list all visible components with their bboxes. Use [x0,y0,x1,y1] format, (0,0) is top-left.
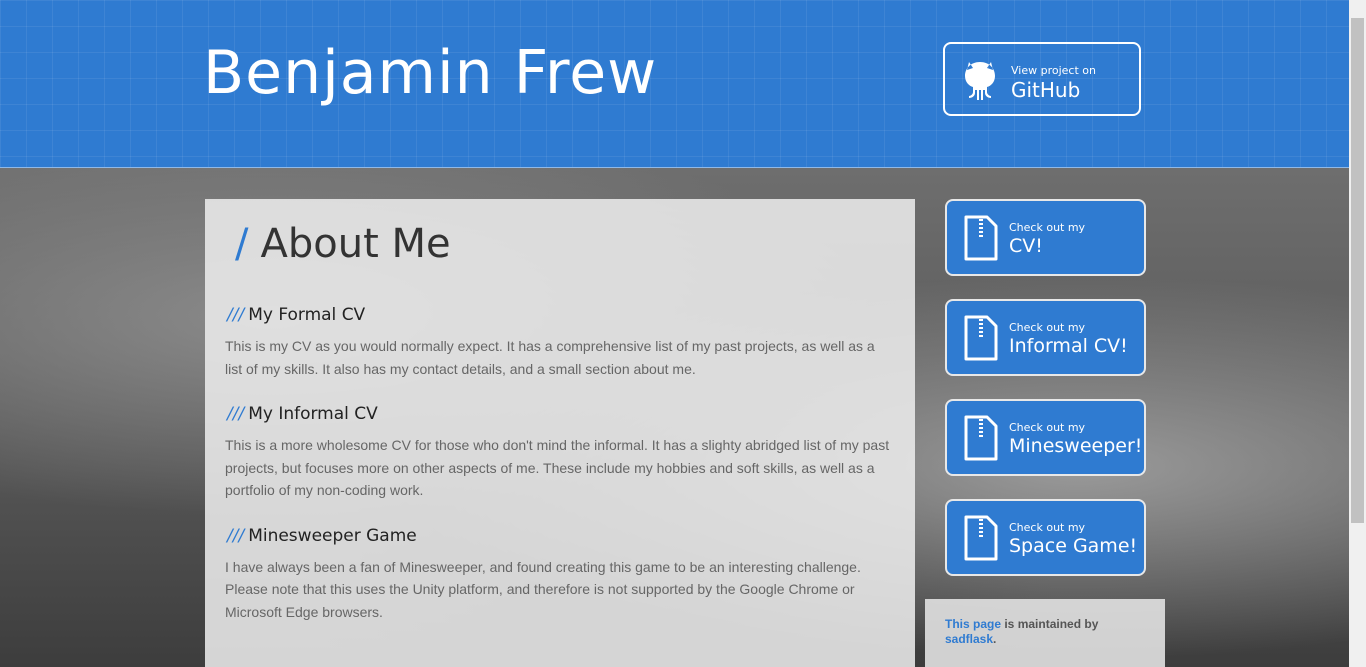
section-text: This is a more wholesome CV for those wh… [225,437,890,498]
minesweeper-button[interactable]: Check out my Minesweeper! [945,399,1146,476]
heading-slashes: /// [227,305,245,325]
section-heading: ///My Informal CV [227,404,895,424]
section-heading: ///My Formal CV [227,305,895,325]
cv-button[interactable]: Check out my CV! [945,199,1146,276]
zip-file-icon [964,515,998,561]
zip-file-icon [964,315,998,361]
github-button[interactable]: View project on GitHub [943,42,1141,116]
section-formal-cv: ///My Formal CV This is my CV as you wou… [225,305,895,380]
section-text: This is my CV as you would normally expe… [225,338,875,377]
informal-cv-button[interactable]: Check out my Informal CV! [945,299,1146,376]
zip-file-icon [964,415,998,461]
about-panel: / About Me ///My Formal CV This is my CV … [205,199,915,667]
button-big-label: Minesweeper! [1009,435,1143,457]
button-big-label: Informal CV! [1009,335,1128,357]
github-small-label: View project on [1011,64,1096,77]
zip-file-icon [964,215,998,261]
vertical-scrollbar[interactable] [1349,0,1366,667]
scrollbar-thumb[interactable] [1351,18,1364,523]
site-title: Benjamin Frew [203,38,658,108]
sadflask-link[interactable]: sadflask [945,632,993,646]
maintained-middle-text: is maintained by [1001,617,1099,631]
button-small-label: Check out my [1009,521,1086,534]
heading-text: My Informal CV [248,404,378,424]
button-big-label: CV! [1009,235,1043,257]
section-heading: ///Minesweeper Game [227,526,895,546]
button-small-label: Check out my [1009,221,1086,234]
section-minesweeper: ///Minesweeper Game I have always been a… [225,526,895,624]
github-octocat-icon [965,62,995,100]
section-informal-cv: ///My Informal CV This is a more wholeso… [225,404,895,502]
heading-slashes: /// [227,525,245,546]
github-big-label: GitHub [1011,78,1081,102]
heading-text: Minesweeper Game [248,525,417,546]
title-text: About Me [260,221,451,267]
button-small-label: Check out my [1009,321,1086,334]
button-small-label: Check out my [1009,421,1086,434]
page-title: / About Me [235,221,895,267]
button-big-label: Space Game! [1009,535,1138,557]
space-game-button[interactable]: Check out my Space Game! [945,499,1146,576]
maintained-by-note: This page is maintained by sadflask. [925,599,1165,667]
maintained-end-text: . [993,632,997,646]
site-header: Benjamin Frew View project on GitHub [0,0,1349,168]
this-page-link[interactable]: This page [945,617,1001,631]
section-text: I have always been a fan of Minesweeper,… [225,558,861,620]
heading-text: My Formal CV [248,305,366,325]
heading-slashes: /// [227,404,245,424]
title-slash: / [235,221,249,267]
